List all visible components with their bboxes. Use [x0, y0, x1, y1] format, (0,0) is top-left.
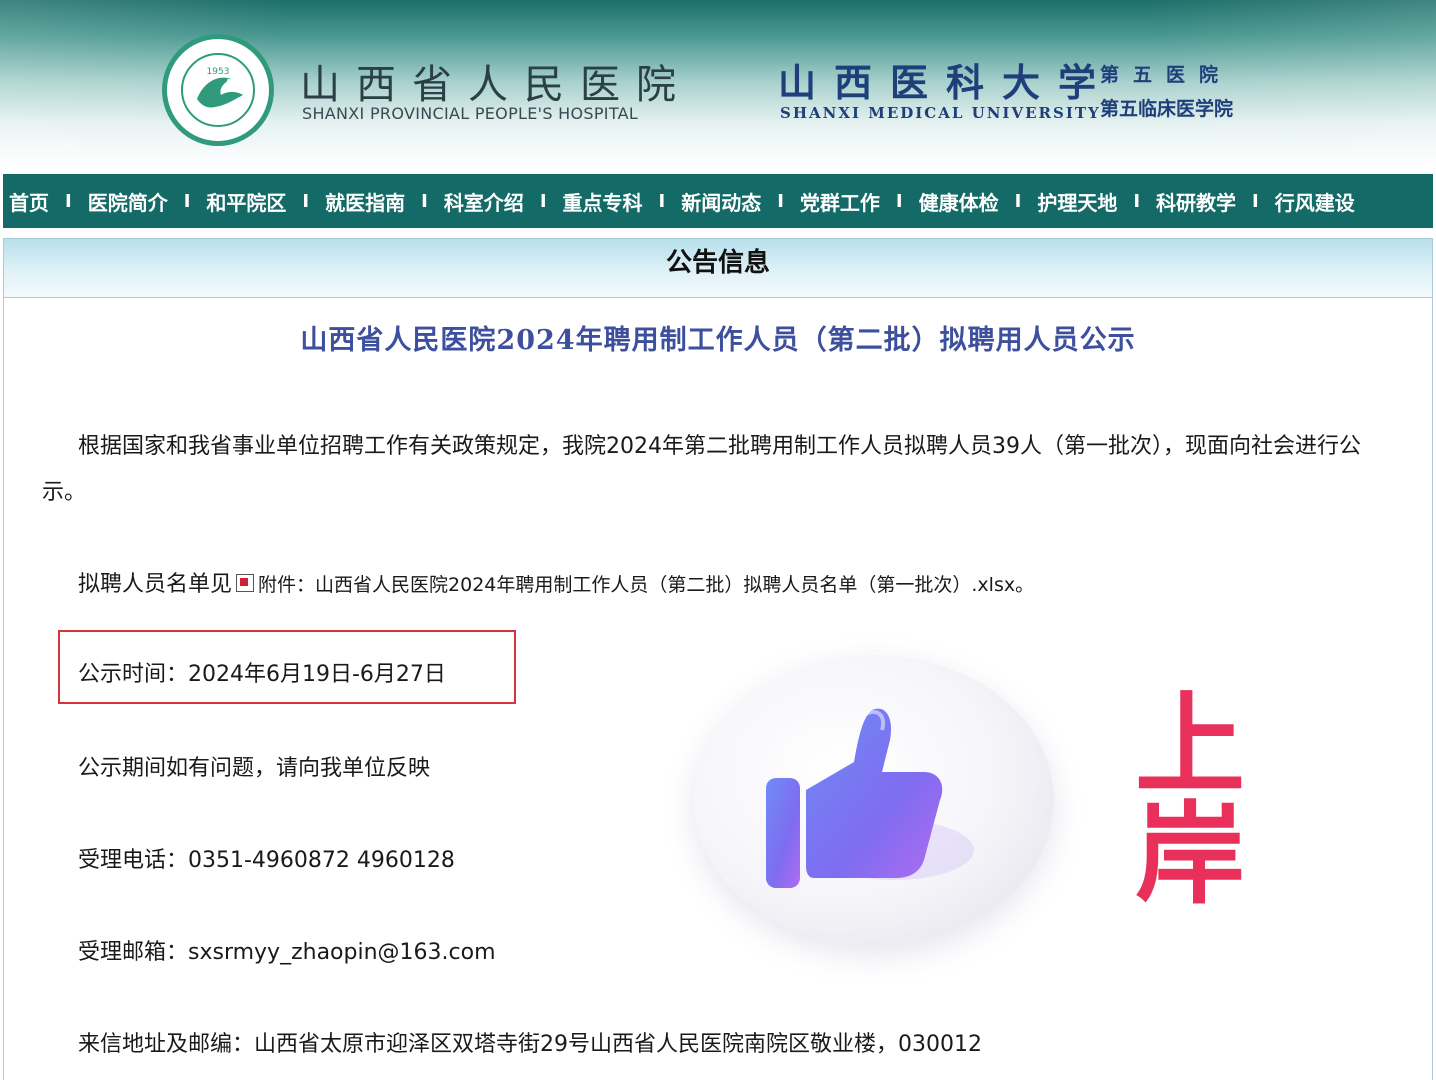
nav-separator: I	[1133, 190, 1141, 212]
shore-sticker-text: 上岸	[1135, 681, 1245, 919]
nav-hospital-intro[interactable]: 医院简介	[88, 187, 168, 216]
nav-separator: I	[777, 190, 784, 212]
nav-separator: I	[65, 190, 72, 212]
nav-heping-campus[interactable]: 和平院区	[206, 187, 286, 216]
nav-key-specialties[interactable]: 重点专科	[563, 187, 643, 216]
hospital-logo[interactable]: 1953	[162, 34, 274, 146]
feedback-note: 公示期间如有问题，请向我单位反映	[78, 756, 431, 781]
attachment-label: 附件：	[258, 574, 316, 596]
contact-email: 受理邮箱：sxsrmyy_zhaopin@163.com	[78, 940, 496, 965]
university-name-cn: 山西医科大学	[778, 60, 1115, 105]
nav-news[interactable]: 新闻动态	[681, 187, 761, 216]
article-intro: 根据国家和我省事业单位招聘工作有关政策规定，我院2024年第二批聘用制工作人员拟…	[42, 434, 1361, 505]
nav-conduct[interactable]: 行风建设	[1275, 187, 1355, 216]
nav-departments[interactable]: 科室介绍	[444, 187, 524, 216]
nav-research-teaching[interactable]: 科研教学	[1156, 187, 1236, 216]
section-title: 公告信息	[4, 239, 1432, 298]
university-sub-college: 第五临床医学院	[1100, 98, 1234, 120]
nav-home[interactable]: 首页	[9, 187, 49, 216]
nav-nursing[interactable]: 护理天地	[1037, 187, 1117, 216]
thumbs-up-icon	[766, 708, 974, 888]
hospital-name-en: SHANXI PROVINCIAL PEOPLE'S HOSPITAL	[302, 104, 639, 123]
nav-separator: I	[183, 190, 191, 212]
dove-icon	[197, 77, 243, 108]
nav-separator: I	[1014, 190, 1022, 212]
contact-address: 来信地址及邮编：山西省太原市迎泽区双塔寺街29号山西省人民医院南院区敬业楼，03…	[78, 1032, 982, 1057]
publicity-period: 公示时间：2024年6月19日-6月27日	[78, 662, 446, 687]
thumbs-up-sticker	[694, 655, 1054, 945]
university-name-en: SHANXI MEDICAL UNIVERSITY	[780, 104, 1101, 122]
nav-separator: I	[302, 190, 310, 212]
article-title: 山西省人民医院2024年聘用制工作人员（第二批）拟聘用人员公示	[300, 325, 1136, 356]
nav-health-checkup[interactable]: 健康体检	[919, 187, 999, 216]
nav-patient-guide[interactable]: 就医指南	[325, 187, 405, 216]
attachment-prefix: 拟聘人员名单见	[78, 572, 233, 597]
contact-phone: 受理电话：0351-4960872 4960128	[78, 848, 455, 873]
attachment-link[interactable]: 山西省人民医院2024年聘用制工作人员（第二批）拟聘人员名单（第一批次）.xls…	[315, 574, 1034, 596]
main-nav: 首页 I 医院简介 I 和平院区 I 就医指南 I 科室介绍 I 重点专科 I …	[3, 174, 1433, 228]
attachment-file-icon	[236, 574, 255, 592]
university-sub-hospital: 第五医院	[1100, 64, 1233, 86]
nav-separator: I	[895, 190, 903, 212]
nav-separator: I	[1252, 190, 1259, 212]
nav-separator: I	[421, 190, 428, 212]
nav-separator: I	[539, 190, 547, 212]
attachment-line: 拟聘人员名单见 附件：山西省人民医院2024年聘用制工作人员（第二批）拟聘人员名单…	[78, 566, 1034, 598]
nav-separator: I	[658, 190, 666, 212]
nav-party-work[interactable]: 党群工作	[800, 187, 880, 216]
hospital-name-cn: 山西省人民医院	[300, 62, 692, 108]
